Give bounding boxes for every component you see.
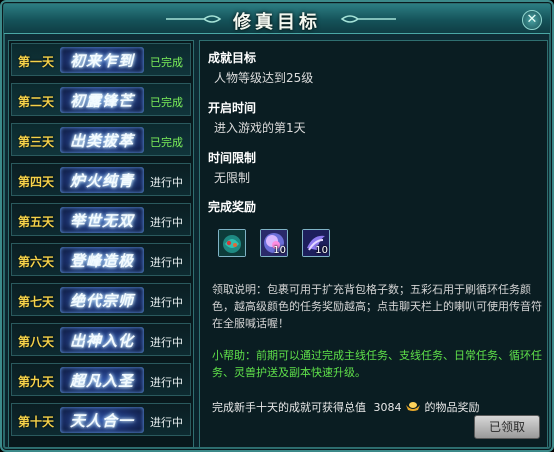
day-status: 进行中: [150, 376, 183, 389]
day-title-plate: 出神入化: [60, 327, 144, 353]
day-status: 已完成: [150, 56, 183, 69]
goal-detail-panel: 成就目标 人物等级达到25级 开启时间 进入游戏的第1天 时间限制 无限制 完成…: [199, 40, 548, 448]
reward-slot-1[interactable]: [218, 229, 246, 257]
day-status: 进行中: [150, 216, 183, 229]
goal-text: 人物等级达到25级: [214, 71, 314, 85]
day-item-5[interactable]: 第五天 举世无双 进行中: [11, 203, 191, 236]
goal-heading: 成就目标: [208, 51, 257, 65]
cultivation-goals-window: 修真目标 ✕ 第一天 初来乍到 已完成 第二天 初露锋芒 已完成 第三天 出类拔…: [0, 0, 554, 452]
day-status: 进行中: [150, 416, 183, 429]
reward-description: 领取说明：包裹可用于扩充背包格子数；五彩石用于刷循环任务颜色，越高级颜色的任务奖…: [212, 283, 542, 330]
title-ornament-right: [340, 15, 396, 23]
reward-slot-3[interactable]: 10: [302, 229, 330, 257]
start-time-heading: 开启时间: [208, 101, 257, 115]
day-title: 绝代宗师: [69, 292, 134, 310]
reward-count: 10: [273, 245, 286, 256]
day-number: 第二天: [18, 95, 55, 109]
day-number: 第六天: [18, 255, 55, 269]
day-item-8[interactable]: 第八天 出神入化 进行中: [11, 323, 191, 356]
day-item-1[interactable]: 第一天 初来乍到 已完成: [11, 43, 191, 76]
day-title-plate: 初露锋芒: [60, 87, 144, 113]
day-title: 初来乍到: [69, 52, 134, 70]
day-item-9[interactable]: 第九天 超凡入圣 进行中: [11, 363, 191, 396]
day-title: 登峰造极: [69, 252, 134, 270]
day-title-plate: 出类拔萃: [60, 127, 144, 153]
day-number: 第一天: [18, 55, 55, 69]
day-status: 进行中: [150, 176, 183, 189]
gold-ingot-icon: [406, 402, 420, 411]
day-status: 进行中: [150, 296, 183, 309]
day-number: 第四天: [18, 175, 55, 189]
treasure-chest-icon: [219, 230, 245, 256]
reward-count: 10: [315, 245, 328, 256]
day-status: 已完成: [150, 96, 183, 109]
day-number: 第七天: [18, 295, 55, 309]
close-button[interactable]: ✕: [522, 10, 542, 30]
day-number: 第八天: [18, 335, 55, 349]
close-icon: ✕: [526, 12, 538, 27]
summary-suffix: 的物品奖励: [424, 401, 480, 414]
day-title: 出神入化: [69, 332, 134, 350]
day-title-plate: 超凡入圣: [60, 367, 144, 393]
day-item-4[interactable]: 第四天 炉火纯青 进行中: [11, 163, 191, 196]
summary-value: 3084: [373, 401, 402, 414]
day-title: 出类拔萃: [69, 132, 134, 150]
time-limit-text: 无限制: [214, 171, 251, 185]
help-tip: 小帮助：前期可以通过完成主线任务、支线任务、日常任务、循环任务、灵兽护送及副本快…: [212, 349, 542, 379]
day-list: 第一天 初来乍到 已完成 第二天 初露锋芒 已完成 第三天 出类拔萃 已完成 第…: [8, 40, 194, 448]
day-title-plate: 天人合一: [60, 407, 144, 433]
day-item-7[interactable]: 第七天 绝代宗师 进行中: [11, 283, 191, 316]
day-number: 第九天: [18, 375, 55, 389]
window-title: 修真目标: [233, 12, 321, 33]
day-title: 天人合一: [69, 412, 134, 430]
day-title-plate: 初来乍到: [60, 47, 144, 73]
day-item-6[interactable]: 第六天 登峰造极 进行中: [11, 243, 191, 276]
claimed-button[interactable]: 已领取: [474, 415, 540, 439]
day-title: 超凡入圣: [69, 372, 134, 390]
day-status: 进行中: [150, 336, 183, 349]
day-title: 初露锋芒: [69, 92, 134, 110]
day-title: 举世无双: [69, 212, 134, 230]
reward-heading: 完成奖励: [208, 200, 257, 214]
day-status: 进行中: [150, 256, 183, 269]
day-item-3[interactable]: 第三天 出类拔萃 已完成: [11, 123, 191, 156]
day-number: 第三天: [18, 135, 55, 149]
day-number: 第五天: [18, 215, 55, 229]
day-title: 炉火纯青: [69, 172, 134, 190]
day-title-plate: 举世无双: [60, 207, 144, 233]
day-item-10[interactable]: 第十天 天人合一 进行中: [11, 403, 191, 436]
day-status: 已完成: [150, 136, 183, 149]
summary-prefix: 完成新手十天的成就可获得总值: [212, 401, 366, 414]
day-title-plate: 炉火纯青: [60, 167, 144, 193]
total-reward-summary: 完成新手十天的成就可获得总值 3084 的物品奖励: [212, 399, 480, 415]
day-title-plate: 登峰造极: [60, 247, 144, 273]
start-time-text: 进入游戏的第1天: [214, 121, 306, 135]
title-bar: 修真目标 ✕: [4, 4, 550, 34]
time-limit-heading: 时间限制: [208, 151, 257, 165]
day-title-plate: 绝代宗师: [60, 287, 144, 313]
day-item-2[interactable]: 第二天 初露锋芒 已完成: [11, 83, 191, 116]
reward-slot-2[interactable]: 10: [260, 229, 288, 257]
day-number: 第十天: [18, 415, 55, 429]
